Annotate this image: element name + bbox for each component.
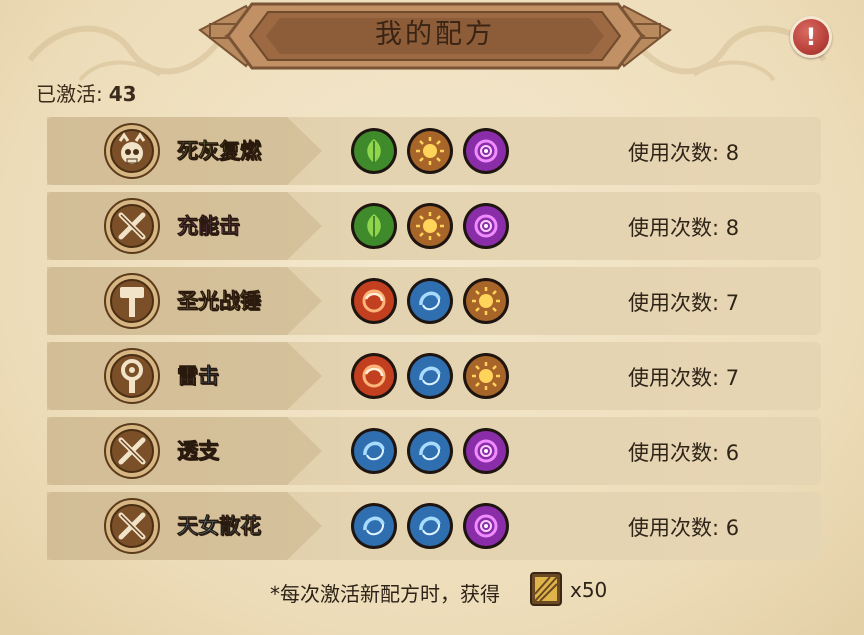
crossed-swords-icon xyxy=(104,198,160,254)
sun-element-icon xyxy=(407,203,453,249)
activated-label: 已激活: xyxy=(36,82,103,106)
recipe-name: 透支 xyxy=(177,439,220,464)
crossed-swords-icon xyxy=(104,498,160,554)
footer-note: *每次激活新配方时，获得 x50 xyxy=(270,572,607,607)
recipe-name: 雷击 xyxy=(177,364,220,389)
gold-ticket-icon xyxy=(530,572,562,606)
use-count: 使用次数: 7 xyxy=(628,291,740,315)
recipe-row[interactable]: 圣光战锤 使用次数: 7 xyxy=(47,267,821,335)
footer-text: *每次激活新配方时，获得 xyxy=(270,582,500,606)
crossed-swords-icon xyxy=(104,423,160,479)
sun-element-icon xyxy=(407,128,453,174)
sun-element-icon xyxy=(463,278,509,324)
use-count: 使用次数: 8 xyxy=(628,141,740,165)
recipe-name: 充能击 xyxy=(177,214,241,239)
title-banner: 我的配方 xyxy=(196,0,674,72)
recipe-page: 我的配方 ! 已激活: 43 死灰复燃 使用次数: 8 充能击 使用次数: 8 圣光战锤使… xyxy=(0,0,864,635)
help-button[interactable]: ! xyxy=(790,16,832,58)
water-element-icon xyxy=(351,428,397,474)
swirl-staff-icon xyxy=(104,348,160,404)
page-title: 我的配方 xyxy=(375,19,495,50)
recipe-list: 死灰复燃 使用次数: 8 充能击 使用次数: 8 圣光战锤 使用次数: 7 雷击 使用次数: … xyxy=(47,117,821,567)
void-element-icon xyxy=(463,128,509,174)
water-element-icon xyxy=(351,503,397,549)
skull-icon xyxy=(104,123,160,179)
use-count: 使用次数: 6 xyxy=(628,441,740,465)
use-count: 使用次数: 7 xyxy=(628,366,740,390)
hammer-icon xyxy=(104,273,160,329)
void-element-icon xyxy=(463,428,509,474)
void-element-icon xyxy=(463,503,509,549)
use-count: 使用次数: 8 xyxy=(628,216,740,240)
recipe-row[interactable]: 充能击 使用次数: 8 xyxy=(47,192,821,260)
activated-counter: 已激活: 43 xyxy=(36,78,137,107)
recipe-name: 天女散花 xyxy=(177,514,262,539)
recipe-row[interactable]: 死灰复燃 使用次数: 8 xyxy=(47,117,821,185)
recipe-name: 死灰复燃 xyxy=(177,139,262,164)
water-element-icon xyxy=(407,428,453,474)
leaf-element-icon xyxy=(351,128,397,174)
fire-element-icon xyxy=(351,353,397,399)
void-element-icon xyxy=(463,203,509,249)
reward-quantity: x50 xyxy=(570,578,608,602)
recipe-row[interactable]: 天女散花 使用次数: 6 xyxy=(47,492,821,560)
water-element-icon xyxy=(407,278,453,324)
fire-element-icon xyxy=(351,278,397,324)
water-element-icon xyxy=(407,353,453,399)
recipe-row[interactable]: 雷击 使用次数: 7 xyxy=(47,342,821,410)
activated-count: 43 xyxy=(108,82,137,106)
use-count: 使用次数: 6 xyxy=(628,516,740,540)
recipe-row[interactable]: 透支 使用次数: 6 xyxy=(47,417,821,485)
recipe-name: 圣光战锤 xyxy=(177,289,262,314)
leaf-element-icon xyxy=(351,203,397,249)
water-element-icon xyxy=(407,503,453,549)
exclamation-icon: ! xyxy=(805,23,817,51)
sun-element-icon xyxy=(463,353,509,399)
